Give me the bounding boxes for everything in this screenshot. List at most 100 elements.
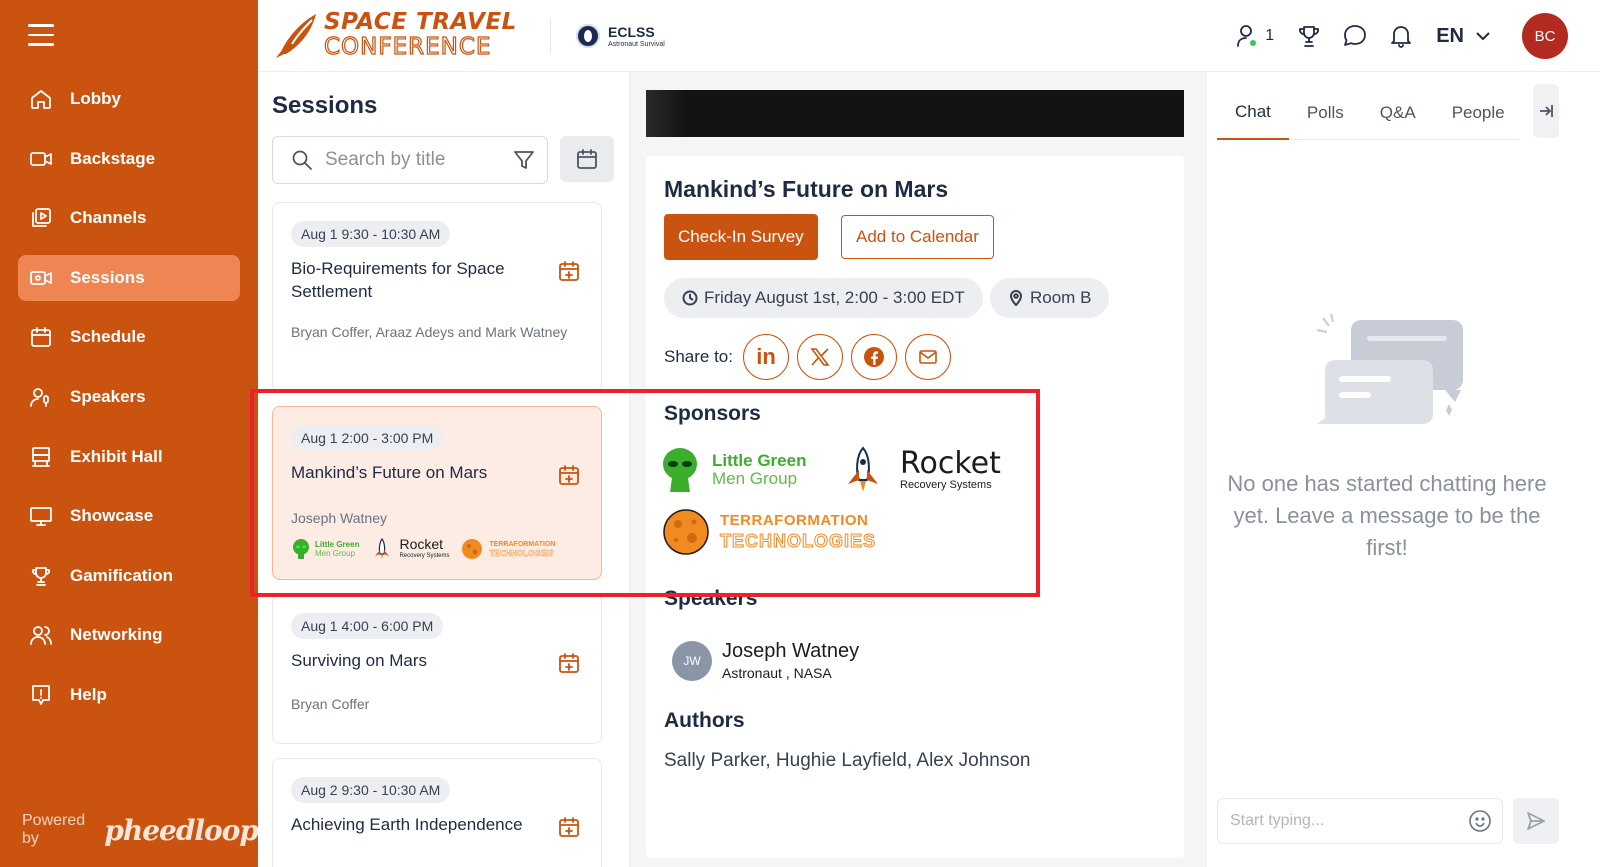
linkedin-share-button[interactable]: in: [743, 334, 789, 380]
rocket-logo-icon: [276, 14, 316, 58]
menu-icon[interactable]: [28, 24, 54, 46]
session-datetime-text: Friday August 1st, 2:00 - 3:00 EDT: [704, 288, 965, 307]
check-in-survey-button[interactable]: Check-In Survey: [664, 214, 818, 260]
chat-input[interactable]: [1230, 812, 1460, 830]
session-detail-card: Mankind’s Future on Mars Check-In Survey…: [646, 156, 1184, 858]
emoji-icon[interactable]: [1468, 809, 1492, 833]
sidebar-item-label: Exhibit Hall: [70, 446, 163, 466]
search-icon: [291, 149, 313, 171]
x-share-button[interactable]: [797, 334, 843, 380]
user-avatar[interactable]: BC: [1522, 13, 1568, 59]
calendar-icon: [577, 149, 597, 169]
chat-composer: [1217, 798, 1503, 844]
session-card[interactable]: Aug 1 9:30 - 10:30 AM Bio-Requirements f…: [272, 202, 602, 392]
session-title: Mankind’s Future on Mars: [291, 463, 488, 482]
sidebar-item-channels[interactable]: Channels: [18, 195, 240, 241]
app-root: Lobby Backstage Channels Sessions Schedu…: [0, 0, 1600, 867]
session-room-text: Room B: [1030, 288, 1092, 307]
calendar-view-button[interactable]: [560, 136, 614, 182]
conference-logo[interactable]: SPACE TRAVEL CONFERENCE: [272, 10, 517, 60]
sidebar-item-sessions[interactable]: Sessions: [18, 254, 240, 301]
sidebar-item-schedule[interactable]: Schedule: [18, 314, 240, 360]
logo-line1: SPACE TRAVEL: [324, 9, 517, 35]
sidebar-item-label: Lobby: [70, 89, 121, 108]
sponsor-rocket[interactable]: Rocket Recovery Systems: [840, 446, 1001, 494]
sidebar-item-speakers[interactable]: Speakers: [18, 374, 240, 420]
linkedin-icon: in: [756, 344, 776, 369]
partner-subtitle: Astronaut Survival: [608, 40, 665, 48]
sidebar-item-gamification[interactable]: Gamification: [18, 553, 240, 599]
sidebar-item-help[interactable]: Help: [18, 672, 240, 718]
trophy-icon[interactable]: [1296, 23, 1322, 49]
channels-icon: [28, 205, 54, 231]
sponsor-terraformation[interactable]: TERRAFORMATION TECHNOLOGIES: [662, 508, 876, 556]
trophy-icon: [28, 563, 54, 589]
sidebar-item-label: Gamification: [70, 565, 173, 585]
add-to-calendar-button[interactable]: Add to Calendar: [841, 215, 994, 259]
search-box: [272, 136, 548, 184]
sidebar-nav: Lobby Backstage Channels Sessions Schedu…: [18, 76, 240, 732]
sponsor-name-line2: Men Group: [712, 469, 798, 488]
add-to-calendar-icon[interactable]: [557, 815, 581, 839]
video-player[interactable]: [646, 90, 1184, 137]
globe-icon: [576, 24, 600, 48]
language-selector[interactable]: EN: [1436, 25, 1464, 48]
add-to-calendar-icon[interactable]: [557, 463, 581, 487]
session-card[interactable]: Aug 2 9:30 - 10:30 AM Achieving Earth In…: [272, 758, 602, 867]
x-icon: [810, 348, 830, 366]
session-people: Bryan Coffer: [291, 696, 370, 712]
powered-by-label: Powered by: [22, 812, 86, 847]
send-button[interactable]: [1513, 798, 1559, 844]
location-pin-icon: [1009, 290, 1023, 306]
sponsor-little-green[interactable]: Little Green Men Group: [660, 446, 806, 494]
sidebar-item-label: Channels: [70, 208, 147, 228]
powered-by: Powered by pheedloop: [22, 812, 259, 848]
search-input[interactable]: [325, 149, 505, 171]
tab-chat[interactable]: Chat: [1217, 86, 1289, 140]
share-row: Share to: in: [664, 334, 959, 380]
chat-bubble-icon[interactable]: [1342, 23, 1368, 49]
authors-list: Sally Parker, Hughie Layfield, Alex John…: [664, 750, 1031, 771]
session-card-active[interactable]: Aug 1 2:00 - 3:00 PM Mankind’s Future on…: [272, 406, 602, 580]
planet-logo-icon: [462, 539, 483, 559]
partner-logo[interactable]: ECLSS Astronaut Survival: [576, 24, 665, 48]
add-to-calendar-icon[interactable]: [557, 651, 581, 675]
exhibit-icon: [28, 444, 54, 470]
online-count: 1: [1265, 27, 1275, 44]
sidebar-item-showcase[interactable]: Showcase: [18, 493, 240, 539]
session-card[interactable]: Aug 1 4:00 - 6:00 PM Surviving on Mars B…: [272, 594, 602, 744]
sponsor-name-line1: Little Green: [712, 451, 807, 470]
session-detail-panel: Mankind’s Future on Mars Check-In Survey…: [630, 72, 1206, 867]
sidebar-item-networking[interactable]: Networking: [18, 612, 240, 658]
facebook-share-button[interactable]: [851, 334, 897, 380]
online-users-icon[interactable]: [1235, 23, 1261, 49]
bell-icon[interactable]: [1388, 23, 1414, 49]
home-icon: [28, 86, 54, 112]
pheedloop-logo[interactable]: pheedloop: [104, 814, 259, 847]
sponsors-heading: Sponsors: [664, 402, 761, 425]
sessions-title: Sessions: [272, 92, 378, 119]
sidebar-item-lobby[interactable]: Lobby: [18, 76, 240, 122]
add-to-calendar-icon[interactable]: [557, 259, 581, 283]
sidebar: Lobby Backstage Channels Sessions Schedu…: [0, 0, 259, 867]
facebook-icon: [864, 347, 884, 367]
session-people: Joseph Watney: [291, 510, 387, 526]
sidebar-item-label: Speakers: [70, 386, 146, 406]
tab-people[interactable]: People: [1434, 86, 1523, 140]
filter-icon[interactable]: [513, 149, 535, 176]
tab-polls[interactable]: Polls: [1289, 86, 1362, 140]
session-datetime: Friday August 1st, 2:00 - 3:00 EDT: [664, 278, 983, 318]
top-header: SPACE TRAVEL CONFERENCE ECLSS Astronaut …: [258, 0, 1600, 72]
sidebar-item-label: Help: [70, 684, 107, 704]
showcase-icon: [28, 503, 54, 529]
chevron-down-icon[interactable]: [1474, 27, 1492, 45]
collapse-panel-button[interactable]: [1533, 84, 1559, 138]
sidebar-item-exhibit-hall[interactable]: Exhibit Hall: [18, 434, 240, 480]
tab-qa[interactable]: Q&A: [1362, 86, 1434, 140]
sidebar-item-backstage[interactable]: Backstage: [18, 136, 240, 182]
speaker-item[interactable]: JW Joseph Watney Astronaut , NASA: [672, 640, 859, 681]
collapse-right-icon: [1540, 105, 1553, 117]
sidebar-item-label: Networking: [70, 625, 163, 645]
email-share-button[interactable]: [905, 334, 951, 380]
sessions-panel: Sessions Aug 1 9:30 - 10:30 AM Bio-Requi…: [258, 72, 630, 867]
